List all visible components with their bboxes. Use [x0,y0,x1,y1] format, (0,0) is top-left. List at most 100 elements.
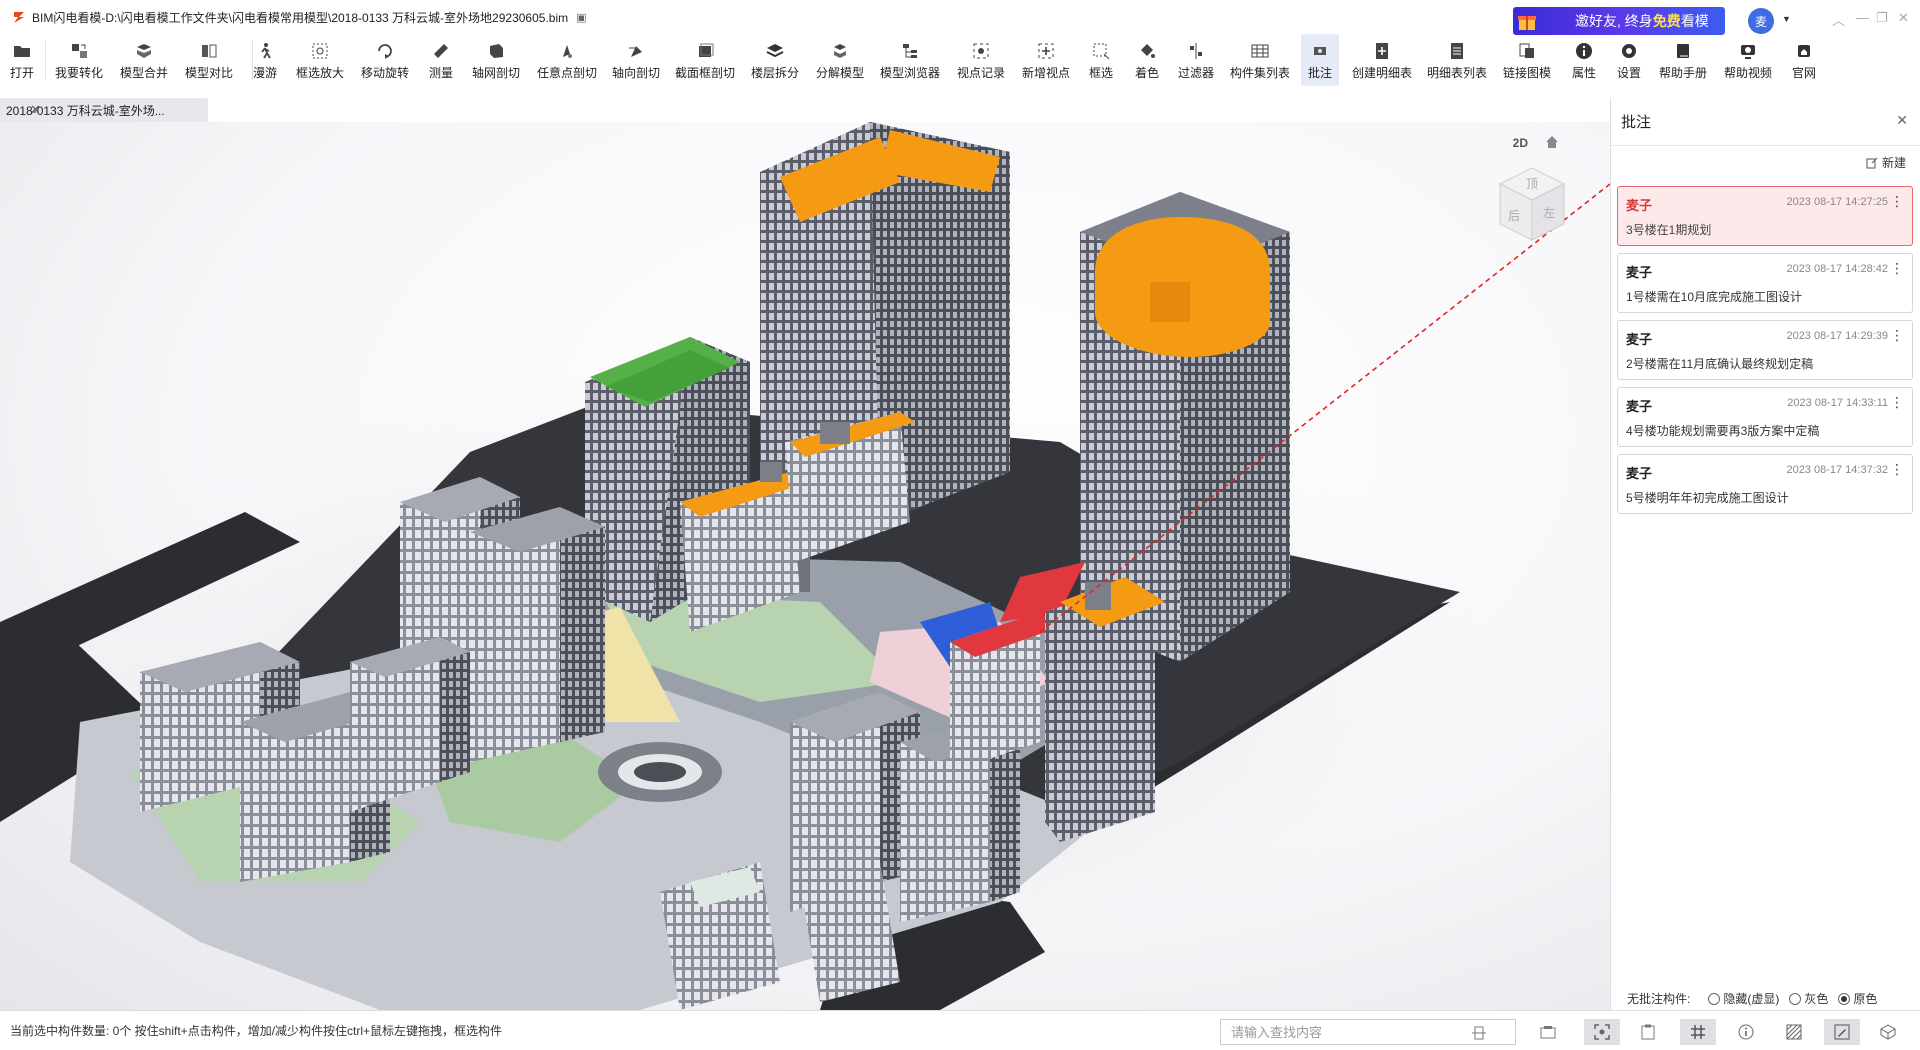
toolbar-button-annotate[interactable]: 批注 [1301,34,1339,86]
view-2d-button[interactable]: 2D [1513,136,1528,150]
toolbar-button-schedule-list[interactable]: 明细表列表 [1419,34,1496,86]
tab-document[interactable]: 2018-0133 万科云城-室外场... ✕ [0,98,208,122]
gift-icon [1513,7,1541,35]
building-west-2[interactable] [470,507,605,762]
toolbar-button-box-section[interactable]: 截面框剖切 [667,34,744,86]
more-options-icon[interactable]: ⋮ [1890,193,1904,210]
toolbar-button-convert[interactable]: 我要转化 [47,34,111,86]
round-plaza-core [634,762,686,782]
toolbar-separator [252,40,253,80]
toolbar-label: 楼层拆分 [750,66,799,80]
display-option-label: 隐藏(虚显) [1723,992,1780,1006]
display-option-label: 原色 [1853,992,1878,1006]
more-options-icon[interactable]: ⋮ [1890,461,1904,478]
toolbar-button-filter[interactable]: 过滤器 [1171,34,1222,86]
edit-style-icon[interactable] [1824,1019,1860,1045]
toolbar-label: 视点记录 [956,66,1005,80]
table-icon [1251,44,1269,58]
user-avatar[interactable]: 麦 [1748,8,1774,34]
search-box[interactable] [1220,1019,1516,1045]
toolbar-label: 设置 [1616,66,1641,80]
annotation-time: 2023 08-17 14:37:32 [1786,464,1888,476]
toolbar-button-manual[interactable]: 帮助手册 [1651,34,1715,86]
toolbar-button-table[interactable]: 构件集列表 [1222,34,1299,86]
annotation-author: 麦子 [1626,198,1653,213]
toolbar-button-grid-section[interactable]: 轴网剖切 [464,34,528,86]
toolbar-button-point-section[interactable]: 任意点剖切 [529,34,606,86]
annotation-item[interactable]: 麦子 2023 08-17 14:27:25 ⋮ 3号楼在1期规划 [1617,186,1913,246]
toolbar-button-folder[interactable]: 打开 [3,34,41,86]
toolbar-button-link[interactable]: 链接图模 [1495,34,1559,86]
tower-annotated[interactable] [1045,577,1165,842]
unannotated-display-options: 无批注构件: 隐藏(虚显) 灰色 原色 [1627,990,1877,1007]
toolbar-label: 构件集列表 [1229,66,1290,80]
restore-icon[interactable]: ❐ [1876,10,1888,26]
model-tree-icon[interactable] [1530,1019,1566,1045]
toolbar-button-merge[interactable]: 模型合并 [112,34,176,86]
minimize-icon[interactable]: — [1856,10,1869,25]
more-options-icon[interactable]: ⋮ [1890,394,1904,411]
toolbar-button-info[interactable]: 属性 [1565,34,1603,86]
display-option-radio[interactable]: 灰色 [1789,990,1828,1007]
toolbar-button-layers[interactable]: 楼层拆分 [743,34,807,86]
home-view-icon[interactable] [1544,134,1560,150]
toolbar-button-explode[interactable]: 分解模型 [808,34,872,86]
toolbar-button-viewpoint[interactable]: 视点记录 [949,34,1013,86]
toolbar-button-add-viewpoint[interactable]: 新增视点 [1014,34,1078,86]
toolbar-label: 过滤器 [1177,66,1214,80]
move-rotate-icon [378,44,392,59]
save-icon[interactable]: ▣ [576,11,586,24]
display-option-radio[interactable]: 隐藏(虚显) [1708,990,1779,1007]
invite-promo-banner[interactable]: 邀好友, 终身免费看模 [1513,7,1725,35]
clipboard-icon[interactable] [1630,1019,1666,1045]
toolbar-button-ruler[interactable]: 测量 [422,34,460,86]
close-icon[interactable]: ✕ [1898,10,1909,26]
grid-toggle-icon[interactable] [1680,1019,1716,1045]
annotation-time: 2023 08-17 14:29:39 [1786,330,1888,342]
annotation-item[interactable]: 麦子 2023 08-17 14:33:11 ⋮ 4号楼功能规划需要再3版方案中定稿 [1617,387,1913,447]
toolbar-button-video[interactable]: 帮助视频 [1716,34,1780,86]
toolbar-button-axis-section[interactable]: 轴向剖切 [604,34,668,86]
viewpoint-icon [973,43,989,59]
toolbar-button-gear[interactable]: 设置 [1610,34,1648,86]
toolbar-button-paint-bucket[interactable]: 着色 [1128,34,1166,86]
annotation-item[interactable]: 麦子 2023 08-17 14:29:39 ⋮ 2号楼需在11月底确认最终规划定稿 [1617,320,1913,380]
new-annotation-button[interactable]: 新建 [1866,154,1906,171]
cube-top-label: 顶 [1526,177,1538,191]
close-tab-icon[interactable]: ✕ [30,102,200,118]
toolbar-button-move-rotate[interactable]: 移动旋转 [353,34,417,86]
close-panel-icon[interactable]: ✕ [1896,112,1908,129]
toolbar-button-select-box[interactable]: 框选 [1082,34,1120,86]
toolbar-button-home[interactable]: 官网 [1785,34,1823,86]
display-option-radio[interactable]: 原色 [1838,990,1877,1007]
fit-view-icon[interactable] [1584,1019,1620,1045]
folder-icon [14,46,30,57]
more-options-icon[interactable]: ⋮ [1890,327,1904,344]
toolbar-button-create-schedule[interactable]: 创建明细表 [1344,34,1421,86]
3d-viewport[interactable]: 2D 顶 后 左 [0,122,1610,1010]
info-icon[interactable] [1728,1019,1764,1045]
texture-icon[interactable] [1776,1019,1812,1045]
toolbar-label: 帮助视频 [1723,66,1772,80]
toolbar-label: 漫游 [252,66,277,80]
toolbar-label: 我要转化 [54,66,103,80]
toolbar-label: 轴网剖切 [471,66,520,80]
annotation-item[interactable]: 麦子 2023 08-17 14:28:42 ⋮ 1号楼需在10月底完成施工图设计 [1617,253,1913,313]
cube-settings-icon[interactable] [1870,1019,1906,1045]
chevron-down-icon[interactable]: ▼ [1782,14,1791,24]
window-title: BIM闪电看模-D:\闪电看模工作文件夹\闪电看模常用模型\2018-0133 … [32,10,569,25]
search-options-icon[interactable] [1471,1025,1487,1041]
paint-bucket-icon [1141,44,1155,58]
view-cube[interactable]: 顶 后 左 [1494,162,1570,249]
radio-icon [1789,992,1802,1005]
toolbar-button-zoom-box[interactable]: 框选放大 [288,34,352,86]
annotation-item[interactable]: 麦子 2023 08-17 14:37:32 ⋮ 5号楼明年年初完成施工图设计 [1617,454,1913,514]
toolbar-button-compare[interactable]: 模型对比 [177,34,241,86]
new-annotation-label: 新建 [1881,156,1906,170]
add-viewpoint-icon [1038,43,1054,59]
search-input[interactable] [1231,1024,1471,1040]
toolbar-button-tree[interactable]: 模型浏览器 [872,34,949,86]
collapse-icon[interactable]: ︿ [1832,10,1845,29]
bim-model-render[interactable] [0,122,1610,1010]
more-options-icon[interactable]: ⋮ [1890,260,1904,277]
